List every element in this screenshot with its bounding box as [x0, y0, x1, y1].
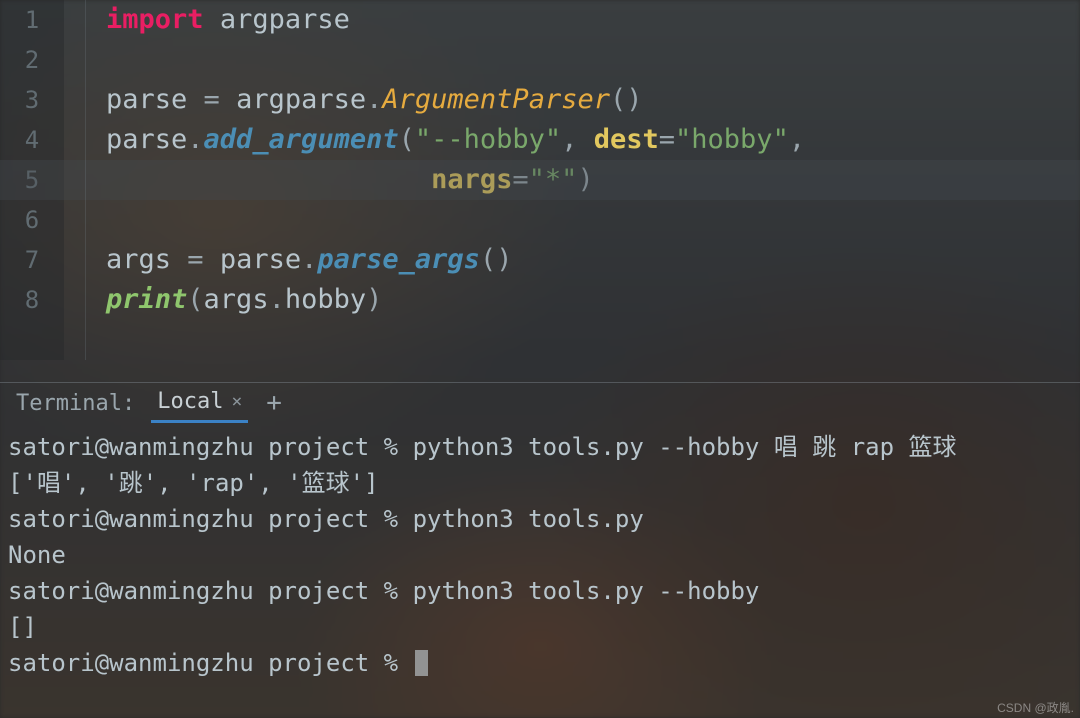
line-number: 6 [0, 200, 64, 240]
code-line-1: import argparse [106, 0, 1080, 40]
line-number: 4 [0, 120, 64, 160]
terminal-prompt-line: satori@wanmingzhu project % [8, 645, 1076, 681]
terminal-header: Terminal: Local × + [0, 383, 1080, 423]
active-line-highlight [0, 160, 1080, 200]
close-icon[interactable]: × [231, 391, 242, 412]
terminal-line: satori@wanmingzhu project % python3 tool… [8, 429, 1076, 465]
terminal-line: satori@wanmingzhu project % python3 tool… [8, 501, 1076, 537]
watermark: CSDN @政胤. [997, 699, 1074, 716]
code-line-4: parse.add_argument("--hobby", dest="hobb… [106, 120, 1080, 160]
line-number: 7 [0, 240, 64, 280]
code-line-8: print(args.hobby) [106, 280, 1080, 320]
code-line-2 [106, 40, 1080, 80]
line-number: 1 [0, 0, 64, 40]
terminal-line: [] [8, 609, 1076, 645]
terminal-body[interactable]: satori@wanmingzhu project % python3 tool… [0, 423, 1080, 685]
code-line-7: args = parse.parse_args() [106, 240, 1080, 280]
gutter-separator [85, 0, 86, 360]
line-number: 3 [0, 80, 64, 120]
terminal-tab-label: Local [157, 389, 223, 414]
line-number: 8 [0, 280, 64, 320]
code-line-3: parse = argparse.ArgumentParser() [106, 80, 1080, 120]
line-number: 2 [0, 40, 64, 80]
terminal-cursor [415, 650, 428, 676]
code-editor: 1 2 3 4 5 6 7 8 import argparse parse = … [0, 0, 1080, 360]
terminal-title: Terminal: [6, 391, 145, 416]
terminal-panel: Terminal: Local × + satori@wanmingzhu pr… [0, 382, 1080, 685]
terminal-tab-local[interactable]: Local × [151, 383, 248, 423]
terminal-line: None [8, 537, 1076, 573]
terminal-line: satori@wanmingzhu project % python3 tool… [8, 573, 1076, 609]
add-terminal-button[interactable]: + [266, 388, 282, 418]
code-line-6 [106, 200, 1080, 240]
terminal-line: ['唱', '跳', 'rap', '篮球'] [8, 465, 1076, 501]
